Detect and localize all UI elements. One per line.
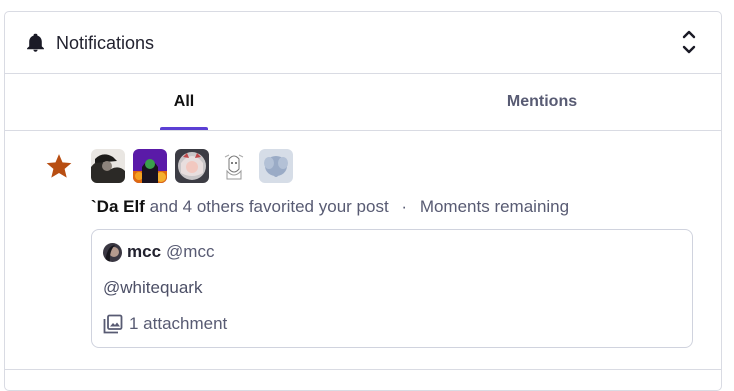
- post-author: mcc @mcc: [103, 242, 214, 262]
- image-gallery-icon: [103, 314, 123, 334]
- collapse-toggle-icon: [682, 30, 696, 54]
- separator: ·: [401, 197, 408, 216]
- notification-tabs: All Mentions: [5, 73, 721, 131]
- avatar[interactable]: [91, 149, 125, 183]
- post-author-display-name[interactable]: mcc: [127, 242, 161, 262]
- notification-divider: [5, 369, 721, 370]
- notification-time: Moments remaining: [419, 197, 570, 216]
- avatar[interactable]: [133, 149, 167, 183]
- collapse-toggle-button[interactable]: [679, 27, 699, 57]
- attachment-count: 1 attachment: [129, 314, 228, 333]
- bell-icon: [27, 33, 44, 52]
- favorited-post-card[interactable]: mcc @mcc @whitequark 1 attachment: [91, 229, 693, 348]
- post-attachment-info: 1 attachment: [103, 314, 227, 334]
- panel-title: Notifications: [56, 33, 155, 53]
- tab-mentions[interactable]: Mentions: [363, 73, 721, 130]
- tab-all[interactable]: All: [5, 73, 363, 130]
- avatar[interactable]: [259, 149, 293, 183]
- post-author-handle: @mcc: [166, 242, 215, 261]
- avatar[interactable]: [217, 149, 251, 183]
- avatar: [103, 242, 122, 262]
- notifications-panel: Notifications All Mentions `Da Elf and 4…: [4, 11, 722, 391]
- post-content: @whitequark: [103, 278, 203, 297]
- active-tab-indicator: [160, 127, 208, 130]
- star-icon: [46, 154, 72, 178]
- actor-name-link[interactable]: `Da Elf: [91, 197, 145, 216]
- panel-header: Notifications: [5, 12, 721, 74]
- notification-summary: `Da Elf and 4 others favorited your post…: [91, 197, 569, 217]
- favoriting-accounts: [91, 149, 293, 183]
- notification-action: and 4 others favorited your post: [149, 197, 389, 216]
- avatar[interactable]: [175, 149, 209, 183]
